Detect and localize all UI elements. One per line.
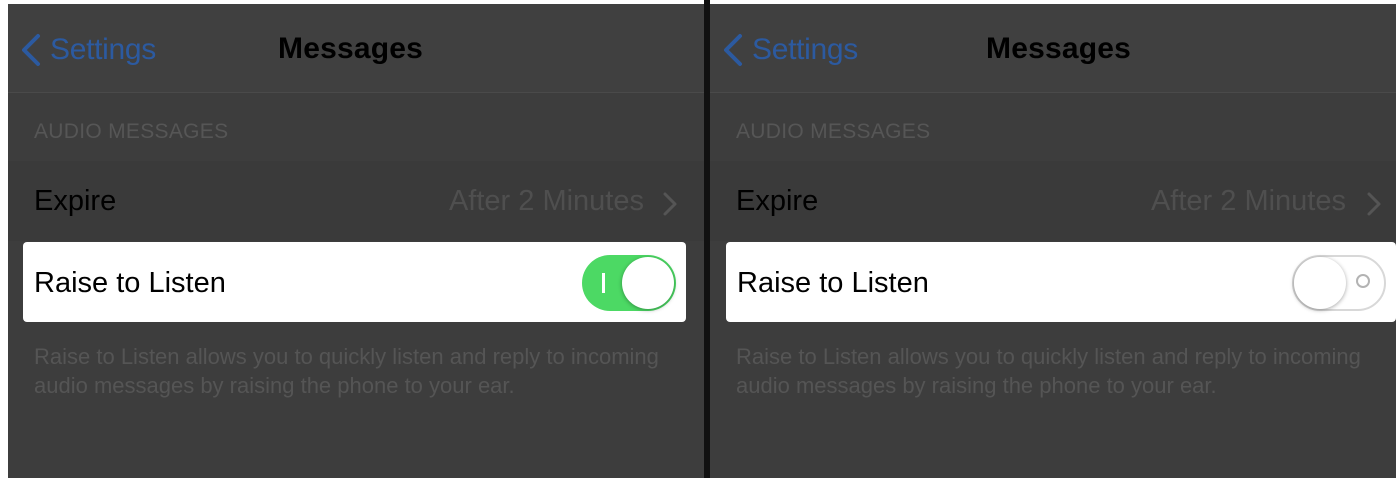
- section-header-audio-messages: AUDIO MESSAGES: [736, 120, 931, 143]
- raise-to-listen-label: Raise to Listen: [737, 267, 929, 299]
- page-title: Messages: [986, 32, 1132, 65]
- raise-to-listen-toggle[interactable]: [1292, 255, 1386, 311]
- chevron-left-icon: [22, 34, 40, 66]
- expire-value: After 2 Minutes: [448, 185, 644, 217]
- expire-row[interactable]: Expire After 2 Minutes: [8, 161, 704, 241]
- messages-settings-panel-toggle-on: Settings Messages AUDIO MESSAGES Expire …: [8, 4, 704, 478]
- screenshot-stage: Settings Messages AUDIO MESSAGES Expire …: [0, 0, 1396, 478]
- page-title: Messages: [278, 32, 424, 65]
- navigation-bar: Settings Messages: [8, 4, 704, 93]
- raise-to-listen-description: Raise to Listen allows you to quickly li…: [736, 344, 1361, 398]
- back-button[interactable]: Settings: [14, 32, 156, 68]
- back-button[interactable]: Settings: [716, 32, 858, 68]
- toggle-on-indicator: [602, 273, 605, 293]
- chevron-right-icon: [663, 192, 677, 216]
- back-button-label: Settings: [50, 33, 156, 66]
- expire-label: Expire: [736, 185, 819, 217]
- expire-row[interactable]: Expire After 2 Minutes: [710, 161, 1396, 241]
- raise-to-listen-row: Raise to Listen: [726, 242, 1396, 322]
- expire-label: Expire: [34, 185, 117, 217]
- raise-to-listen-label: Raise to Listen: [34, 267, 226, 299]
- toggle-knob: [1294, 257, 1346, 309]
- chevron-left-icon: [724, 34, 742, 66]
- back-button-label: Settings: [752, 33, 858, 66]
- raise-to-listen-toggle[interactable]: [582, 255, 676, 311]
- toggle-knob: [622, 257, 674, 309]
- chevron-right-icon: [1367, 192, 1381, 216]
- toggle-off-indicator: [1356, 274, 1370, 288]
- messages-settings-panel-toggle-off: Settings Messages AUDIO MESSAGES Expire …: [710, 4, 1396, 478]
- expire-value: After 2 Minutes: [1150, 185, 1346, 217]
- raise-to-listen-description: Raise to Listen allows you to quickly li…: [34, 344, 659, 398]
- section-header-audio-messages: AUDIO MESSAGES: [34, 120, 229, 143]
- navigation-bar: Settings Messages: [710, 4, 1396, 93]
- raise-to-listen-row: Raise to Listen: [23, 242, 686, 322]
